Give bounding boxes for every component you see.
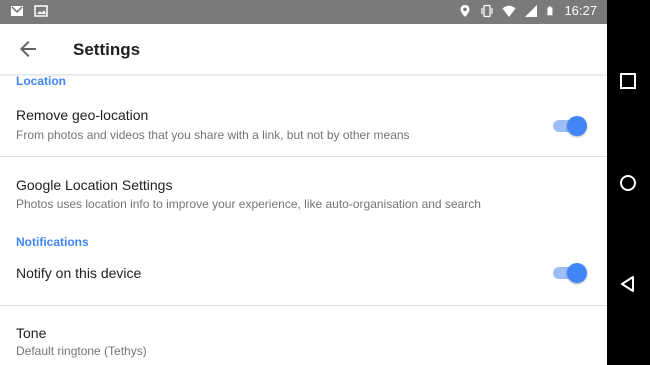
setting-notify-on-this-device[interactable]: Notify on this device [0, 251, 607, 306]
signal-icon [525, 4, 538, 17]
setting-google-location-settings[interactable]: Google Location Settings Photos uses loc… [0, 157, 607, 227]
page-title: Settings [73, 40, 141, 59]
vibrate-icon [481, 4, 494, 17]
gmail-icon [11, 6, 23, 16]
app-bar: Settings [0, 24, 607, 75]
status-bar-system: 16:27 [458, 3, 597, 18]
remove-geo-location-toggle[interactable] [553, 114, 587, 138]
recents-button[interactable] [618, 71, 638, 91]
status-bar: 16:27 [0, 0, 607, 24]
setting-remove-geo-location[interactable]: Remove geo-location From photos and vide… [0, 96, 607, 157]
setting-tone[interactable]: Tone Default ringtone (Tethys) [0, 306, 607, 365]
section-header-notifications: Notifications [16, 235, 89, 249]
section-header-location: Location [16, 74, 66, 88]
status-bar-notifications [10, 4, 48, 18]
setting-subtitle: Photos uses location info to improve you… [16, 197, 481, 211]
toggle-thumb [567, 116, 587, 136]
back-button[interactable] [618, 274, 638, 294]
status-time: 16:27 [564, 3, 597, 18]
navigation-bar [607, 0, 650, 365]
setting-title: Google Location Settings [16, 177, 173, 193]
image-icon [34, 5, 48, 17]
setting-subtitle: From photos and videos that you share wi… [16, 128, 410, 142]
setting-title: Remove geo-location [16, 107, 149, 123]
arrow-back-icon[interactable] [16, 37, 40, 61]
toggle-thumb [567, 263, 587, 283]
notify-on-device-toggle[interactable] [553, 261, 587, 285]
home-button[interactable] [618, 173, 638, 193]
setting-title: Notify on this device [16, 265, 142, 281]
setting-subtitle: Default ringtone (Tethys) [16, 344, 147, 358]
settings-list: Location Remove geo-location From photos… [0, 74, 607, 365]
setting-title: Tone [16, 325, 47, 341]
location-icon [460, 4, 470, 17]
settings-screen: 16:27 Settings Location Remove geo-locat… [0, 0, 607, 365]
wifi-icon [502, 5, 516, 17]
battery-icon [547, 5, 553, 15]
